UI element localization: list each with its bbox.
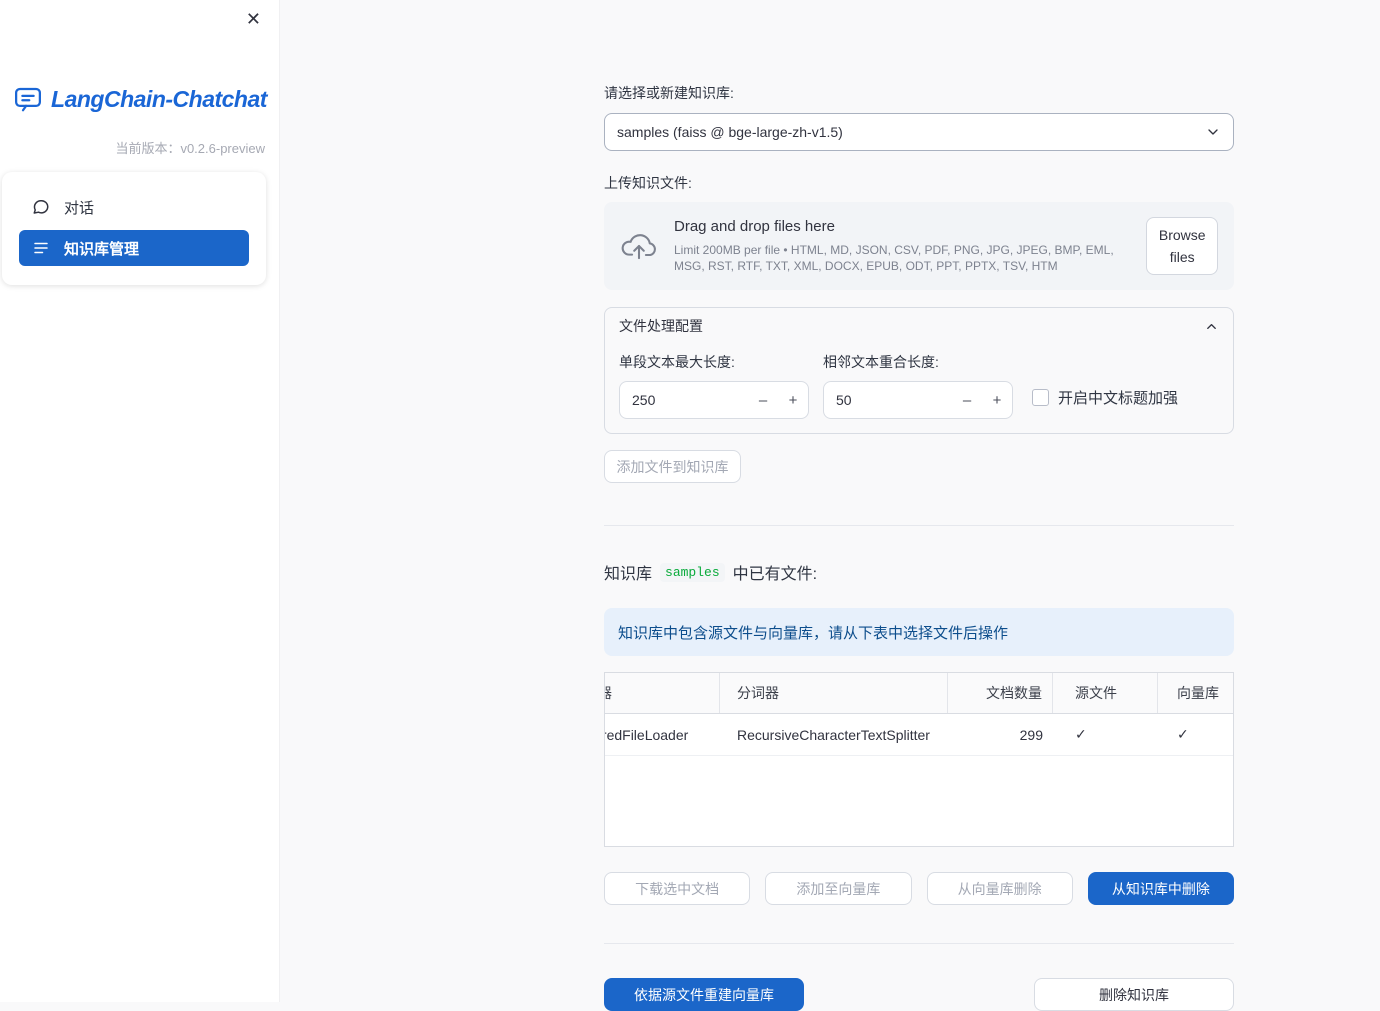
kb-files-table[interactable]: 文档加载器 分词器 文档数量 源文件 向量库 UnstructuredFileL… bbox=[604, 672, 1234, 847]
overlap-input: 50 – + bbox=[823, 381, 1013, 419]
kb-files-prefix: 知识库 bbox=[604, 566, 653, 583]
download-selected-button[interactable]: 下载选中文档 bbox=[604, 872, 751, 905]
sidebar-menu: 对话 知识库管理 bbox=[2, 172, 266, 285]
column-header-source[interactable]: 源文件 bbox=[1053, 673, 1158, 713]
cell-doc-count[interactable]: 299 bbox=[948, 714, 1053, 755]
kb-select-label: 请选择或新建知识库: bbox=[604, 85, 734, 101]
kb-management-buttons: 依据源文件重建向量库 删除知识库 bbox=[604, 978, 1234, 1011]
file-config-expander: 文件处理配置 单段文本最大长度: 250 – + 相邻文本重合长度: 50 – … bbox=[604, 307, 1234, 434]
cell-splitter[interactable]: RecursiveCharacterTextSplitter bbox=[720, 714, 948, 755]
sidebar-item-dialogue[interactable]: 对话 bbox=[19, 189, 249, 225]
kb-select[interactable]: samples (faiss @ bge-large-zh-v1.5) bbox=[604, 113, 1234, 151]
info-banner: 知识库中包含源文件与向量库，请从下表中选择文件后操作 bbox=[604, 608, 1234, 656]
chat-bubble-icon bbox=[32, 198, 50, 216]
table-inner: 文档加载器 分词器 文档数量 源文件 向量库 UnstructuredFileL… bbox=[605, 673, 1233, 846]
divider bbox=[604, 943, 1234, 944]
add-to-vector-store-button[interactable]: 添加至向量库 bbox=[765, 872, 912, 905]
delete-from-vector-store-button[interactable]: 从向量库删除 bbox=[926, 872, 1073, 905]
cell-vector-check[interactable]: ✓ bbox=[1158, 714, 1233, 755]
overlap-decrement-button[interactable]: – bbox=[952, 382, 982, 418]
chunk-size-input: 250 – + bbox=[619, 381, 809, 419]
cell-source-check[interactable]: ✓ bbox=[1053, 714, 1158, 755]
sidebar-item-label: 对话 bbox=[64, 199, 95, 217]
expander-header[interactable]: 文件处理配置 bbox=[619, 308, 1219, 344]
kb-name-code: samples bbox=[660, 562, 725, 582]
config-row: 单段文本最大长度: 250 – + 相邻文本重合长度: 50 – + 开启中文标… bbox=[619, 352, 1219, 419]
column-header-vector[interactable]: 向量库 bbox=[1158, 673, 1233, 713]
chevron-up-icon bbox=[1204, 319, 1219, 334]
kb-files-heading: 知识库 samples 中已有文件: bbox=[604, 560, 1234, 584]
dropzone-instructions: Drag and drop files here bbox=[674, 217, 835, 235]
app-title: LangChain-Chatchat bbox=[51, 85, 267, 112]
expander-title: 文件处理配置 bbox=[619, 318, 703, 334]
cloud-upload-icon bbox=[620, 231, 658, 261]
column-header-loader[interactable]: 文档加载器 bbox=[605, 673, 720, 713]
close-sidebar-button[interactable]: ✕ bbox=[240, 6, 267, 32]
delete-from-kb-button[interactable]: 从知识库中删除 bbox=[1087, 872, 1234, 905]
overlap-value[interactable]: 50 bbox=[824, 392, 952, 408]
chunk-size-increment-button[interactable]: + bbox=[778, 382, 808, 418]
dropzone-limit-text: Limit 200MB per file • HTML, MD, JSON, C… bbox=[674, 242, 1114, 273]
version-text: 当前版本：v0.2.6-preview bbox=[115, 141, 265, 156]
sidebar: ✕ LangChain-Chatchat 当前版本：v0.2.6-preview… bbox=[0, 0, 280, 1002]
zh-title-checkbox[interactable] bbox=[1032, 389, 1049, 406]
sidebar-item-label: 知识库管理 bbox=[64, 240, 140, 258]
chevron-down-icon bbox=[1205, 124, 1221, 140]
overlap-label: 相邻文本重合长度: bbox=[823, 354, 939, 370]
browse-files-button[interactable]: Browse files bbox=[1146, 216, 1218, 276]
chunk-size-field: 单段文本最大长度: 250 – + bbox=[619, 352, 809, 419]
dropzone-texts: Drag and drop files here Limit 200MB per… bbox=[674, 218, 1130, 274]
table-header-row: 文档加载器 分词器 文档数量 源文件 向量库 bbox=[605, 673, 1233, 714]
cell-loader[interactable]: UnstructuredFileLoader bbox=[605, 714, 720, 755]
app-logo: LangChain-Chatchat bbox=[0, 84, 280, 114]
main-content: 请选择或新建知识库: samples (faiss @ bge-large-zh… bbox=[604, 0, 1234, 1011]
kb-select-value: samples (faiss @ bge-large-zh-v1.5) bbox=[617, 124, 843, 140]
file-action-buttons: 下载选中文档 添加至向量库 从向量库删除 从知识库中删除 bbox=[604, 872, 1234, 905]
chunk-size-label: 单段文本最大长度: bbox=[619, 354, 735, 370]
overlap-field: 相邻文本重合长度: 50 – + bbox=[823, 352, 1013, 419]
chunk-size-decrement-button[interactable]: – bbox=[748, 382, 778, 418]
sidebar-item-knowledge-base[interactable]: 知识库管理 bbox=[19, 230, 249, 266]
list-icon bbox=[32, 239, 50, 257]
rebuild-vector-store-button[interactable]: 依据源文件重建向量库 bbox=[604, 978, 804, 1011]
chunk-size-value[interactable]: 250 bbox=[620, 392, 748, 408]
column-header-doc-count[interactable]: 文档数量 bbox=[948, 673, 1053, 713]
add-files-to-kb-button[interactable]: 添加文件到知识库 bbox=[604, 450, 741, 483]
zh-title-checkbox-group: 开启中文标题加强 bbox=[1032, 387, 1178, 408]
overlap-increment-button[interactable]: + bbox=[982, 382, 1012, 418]
logo-chat-icon bbox=[13, 84, 43, 114]
upload-label: 上传知识文件: bbox=[604, 175, 692, 191]
table-row[interactable]: UnstructuredFileLoader RecursiveCharacte… bbox=[605, 714, 1233, 756]
divider bbox=[604, 525, 1234, 526]
zh-title-checkbox-label[interactable]: 开启中文标题加强 bbox=[1058, 387, 1178, 408]
column-header-splitter[interactable]: 分词器 bbox=[720, 673, 948, 713]
kb-files-suffix: 中已有文件: bbox=[732, 566, 818, 583]
table-empty-area bbox=[605, 756, 1233, 846]
delete-kb-button[interactable]: 删除知识库 bbox=[1034, 978, 1234, 1011]
file-dropzone[interactable]: Drag and drop files here Limit 200MB per… bbox=[604, 202, 1234, 290]
